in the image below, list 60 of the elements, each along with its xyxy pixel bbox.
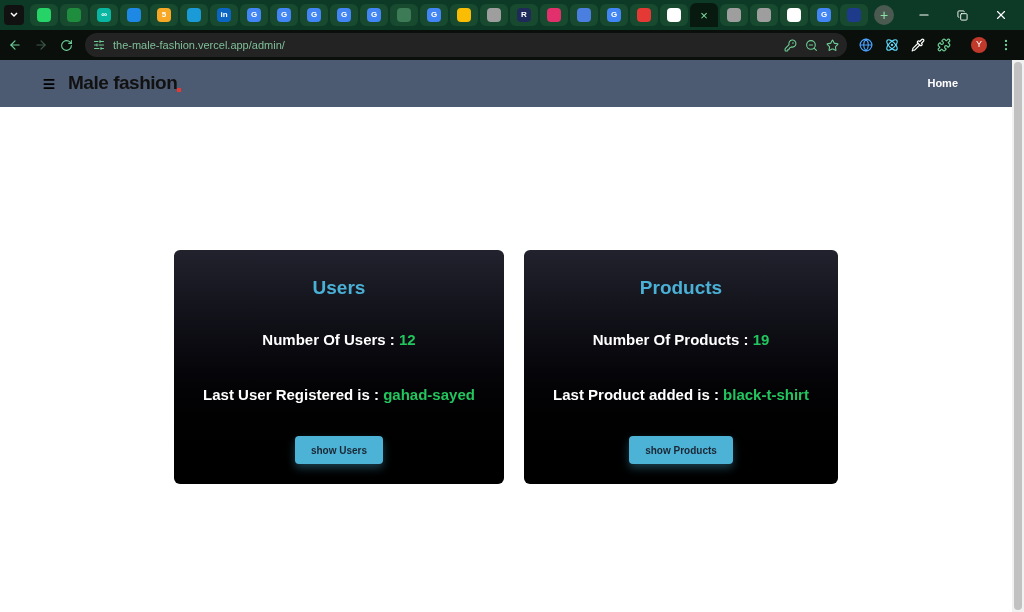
browser-tab[interactable]: G xyxy=(810,4,838,26)
extensions-puzzle-icon[interactable] xyxy=(937,38,951,52)
bookmark-star-icon[interactable] xyxy=(826,38,839,52)
eyedropper-icon[interactable] xyxy=(911,38,925,52)
browser-tab[interactable]: ∞ xyxy=(90,4,118,26)
favicon-icon: 5 xyxy=(157,8,171,22)
favicon-icon: G xyxy=(247,8,261,22)
forward-icon[interactable] xyxy=(34,38,48,52)
back-icon[interactable] xyxy=(8,38,22,52)
browser-tab[interactable]: G xyxy=(270,4,298,26)
browser-tab[interactable]: G xyxy=(330,4,358,26)
favicon-icon: G xyxy=(427,8,441,22)
browser-tab[interactable]: G xyxy=(300,4,328,26)
favicon-icon: R xyxy=(517,8,531,22)
browser-tab[interactable]: G xyxy=(240,4,268,26)
browser-tab[interactable]: R xyxy=(510,4,538,26)
favicon-icon: ∞ xyxy=(97,8,111,22)
react-icon[interactable] xyxy=(885,38,899,52)
extension-icon[interactable] xyxy=(859,38,873,52)
favicon-icon: G xyxy=(307,8,321,22)
tab-search-button[interactable] xyxy=(4,5,24,25)
favicon-icon: G xyxy=(817,8,831,22)
browser-tab[interactable]: in xyxy=(210,4,238,26)
zoom-out-icon[interactable] xyxy=(805,38,818,52)
browser-tab[interactable]: × xyxy=(690,3,718,27)
restore-icon[interactable] xyxy=(957,9,968,21)
browser-tab[interactable]: G xyxy=(360,4,388,26)
url-text: the-male-fashion.vercel.app/admin/ xyxy=(113,37,286,53)
key-icon[interactable] xyxy=(784,38,797,52)
site-logo[interactable]: Male fashion xyxy=(68,69,178,98)
address-bar[interactable]: the-male-fashion.vercel.app/admin/ xyxy=(85,33,847,57)
favicon-icon: G xyxy=(337,8,351,22)
browser-tab[interactable] xyxy=(780,4,808,26)
favicon-icon: × xyxy=(697,8,711,22)
favicon-icon: G xyxy=(607,8,621,22)
nav-link[interactable]: Home xyxy=(927,75,958,92)
chevron-down-icon xyxy=(9,10,19,20)
favicon-icon: G xyxy=(277,8,291,22)
show-button[interactable]: show Users xyxy=(294,436,384,464)
show-button[interactable]: show Products xyxy=(629,436,733,464)
browser-tab[interactable]: G xyxy=(600,4,628,26)
favicon-icon: G xyxy=(367,8,381,22)
stat-line: Number Of Users : 12 xyxy=(262,330,416,350)
close-icon[interactable] xyxy=(994,8,1008,22)
card-title: Products xyxy=(639,275,723,300)
favicon-icon: in xyxy=(217,8,231,22)
new-tab-button[interactable]: + xyxy=(874,5,894,25)
browser-tab[interactable] xyxy=(450,4,478,26)
profile-avatar[interactable]: Y xyxy=(971,37,987,53)
site-settings-icon[interactable] xyxy=(93,39,105,51)
reload-icon[interactable] xyxy=(60,38,73,52)
hamburger-menu-icon[interactable] xyxy=(42,76,56,91)
stat-line: Last User Registered is : gahad-sayed xyxy=(203,384,475,405)
browser-tab[interactable]: G xyxy=(420,4,448,26)
stat-line: Number Of Products : 19 xyxy=(592,330,770,350)
browser-tab[interactable] xyxy=(30,4,58,26)
card-title: Users xyxy=(312,275,366,300)
browser-tab[interactable] xyxy=(660,4,688,26)
stat-line: Last Product added is : black-t-shirt xyxy=(553,384,809,405)
browser-tab[interactable]: 5 xyxy=(150,4,178,26)
